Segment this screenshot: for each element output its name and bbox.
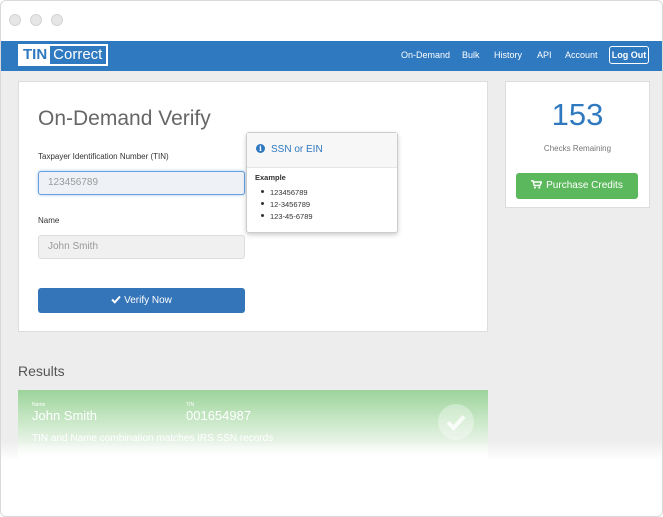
popover-example-item: 12-3456789 bbox=[261, 200, 310, 209]
popover-example-item: 123456789 bbox=[261, 188, 308, 197]
app-logo[interactable]: TIN Correct bbox=[18, 44, 109, 66]
tin-help-popover: i SSN or EIN Example 123456789 12-345678… bbox=[246, 132, 398, 233]
result-name: John Smith bbox=[32, 408, 98, 423]
window-minimize-dot[interactable] bbox=[30, 14, 42, 26]
popover-title: SSN or EIN bbox=[271, 144, 323, 155]
check-circle-icon bbox=[438, 404, 474, 440]
nav-link-on-demand[interactable]: On-Demand bbox=[401, 50, 450, 60]
check-icon bbox=[111, 295, 121, 304]
window-maximize-dot[interactable] bbox=[51, 14, 63, 26]
window-titlebar bbox=[1, 1, 662, 41]
popover-example-item: 123-45-6789 bbox=[261, 212, 313, 221]
tin-input[interactable]: 123456789 bbox=[38, 171, 245, 195]
checks-remaining-count: 153 bbox=[551, 97, 604, 132]
purchase-credits-label: Purchase Credits bbox=[546, 180, 623, 191]
nav-link-history[interactable]: History bbox=[494, 50, 522, 60]
tin-label: Taxpayer Identification Number (TIN) bbox=[38, 152, 169, 161]
cart-icon bbox=[531, 180, 543, 189]
purchase-credits-button[interactable]: Purchase Credits bbox=[516, 173, 638, 199]
name-input[interactable]: John Smith bbox=[38, 235, 245, 259]
checks-remaining-label: Checks Remaining bbox=[543, 144, 612, 153]
nav-link-account[interactable]: Account bbox=[565, 50, 598, 60]
name-label: Name bbox=[38, 216, 60, 225]
verify-now-button[interactable]: Verify Now bbox=[38, 288, 245, 313]
logo-bold-text: TIN bbox=[20, 46, 51, 64]
logout-button[interactable]: Log Out bbox=[609, 46, 649, 64]
result-tin: 001654987 bbox=[186, 408, 252, 423]
top-navbar: TIN Correct On-Demand Bulk History API A… bbox=[1, 41, 662, 71]
bottom-fade-overlay bbox=[1, 441, 662, 516]
browser-window: TIN Correct On-Demand Bulk History API A… bbox=[0, 0, 663, 517]
results-heading: Results bbox=[18, 363, 65, 379]
page-title: On-Demand Verify bbox=[38, 107, 211, 130]
popover-header: i SSN or EIN bbox=[247, 133, 397, 168]
popover-example-label: Example bbox=[255, 173, 286, 182]
nav-link-bulk[interactable]: Bulk bbox=[462, 50, 480, 60]
verify-now-label: Verify Now bbox=[124, 295, 172, 306]
nav-link-api[interactable]: API bbox=[537, 50, 552, 60]
window-close-dot[interactable] bbox=[9, 14, 21, 26]
info-icon: i bbox=[256, 144, 265, 153]
logo-rest-text: Correct bbox=[53, 46, 103, 63]
